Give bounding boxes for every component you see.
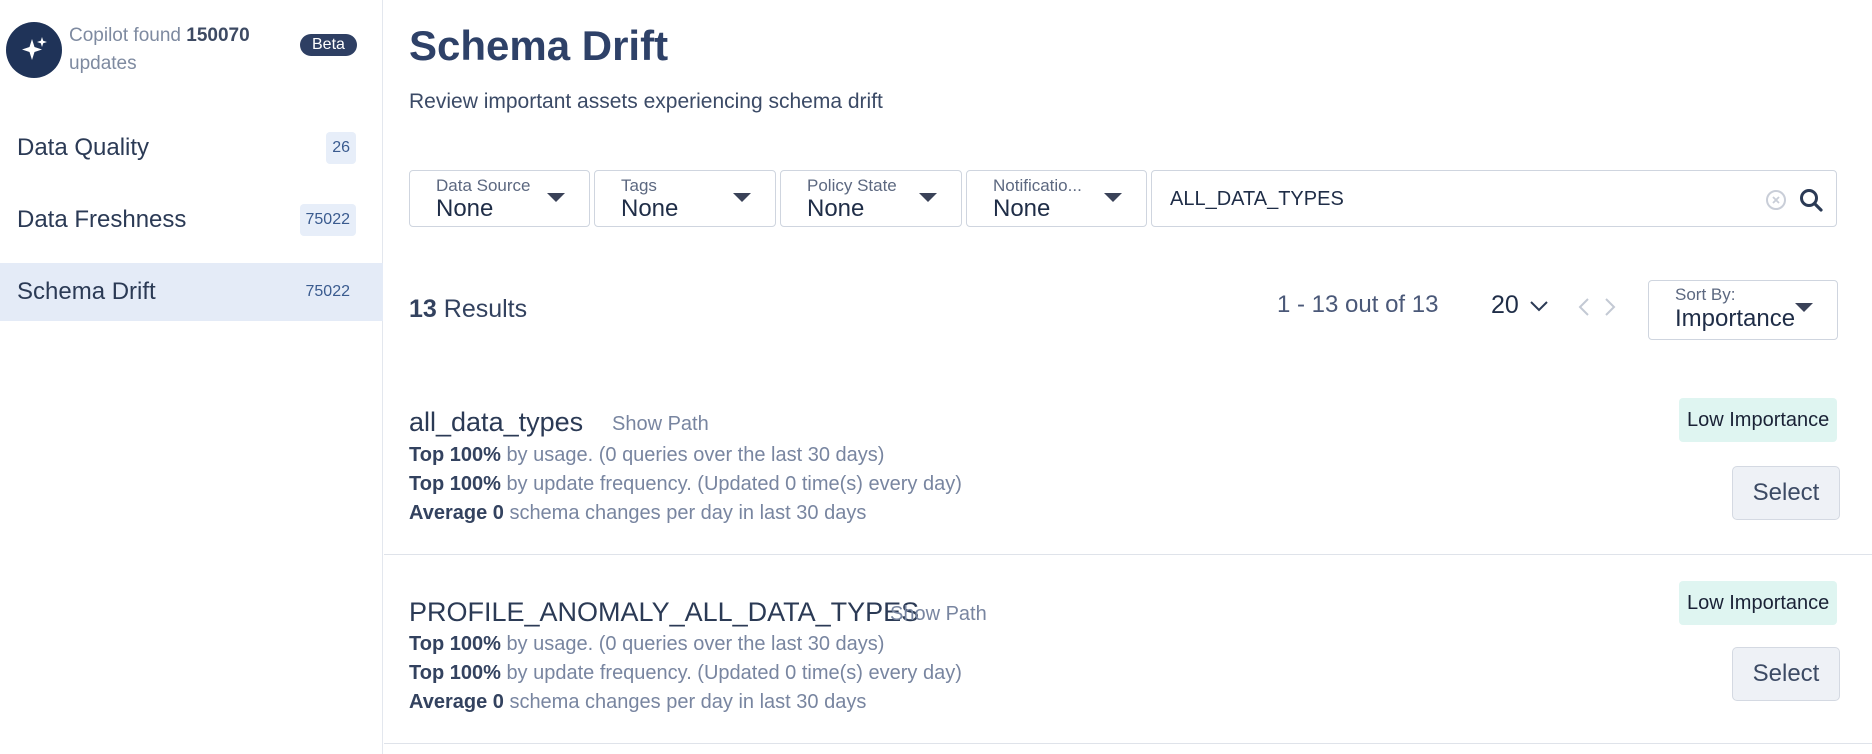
filter-policy-state[interactable]: Policy State None (780, 170, 962, 227)
filter-value: None (436, 195, 494, 222)
sidebar: Copilot found 150070 updates Beta Data Q… (0, 0, 383, 754)
sidebar-item-count: 75022 (299, 204, 356, 236)
results-range: 1 - 13 out of 13 (1277, 291, 1439, 318)
asset-name[interactable]: PROFILE_ANOMALY_ALL_DATA_TYPES (409, 597, 919, 628)
page-size-select[interactable]: 20 (1491, 291, 1549, 320)
filter-label: Data Source (436, 176, 531, 195)
chevron-right-icon[interactable] (1604, 297, 1616, 322)
copilot-suffix: updates (69, 53, 137, 74)
pagination (1578, 297, 1616, 322)
select-button[interactable]: Select (1732, 647, 1840, 701)
sidebar-item-schema-drift[interactable]: Schema Drift 75022 (0, 263, 383, 321)
results-label: Results (443, 295, 528, 323)
caret-down-icon (547, 193, 565, 202)
results-number: 13 (409, 295, 437, 323)
copilot-prefix: Copilot found (69, 25, 181, 46)
main-content: Schema Drift Review important assets exp… (384, 0, 1872, 754)
caret-down-icon (733, 193, 751, 202)
stat-bold: Average 0 (409, 502, 504, 524)
filter-label: Notificatio... (993, 176, 1082, 195)
copilot-summary[interactable]: Copilot found 150070 updates Beta (6, 22, 378, 82)
page-subtitle: Review important assets experiencing sch… (409, 90, 883, 113)
stat-text: by update frequency. (Updated 0 time(s) … (506, 473, 962, 495)
copilot-count: 150070 (186, 25, 250, 46)
page-size-value: 20 (1491, 291, 1519, 319)
usage-stat: Top 100% by usage. (0 queries over the l… (409, 633, 884, 656)
sidebar-item-count: 26 (326, 132, 356, 164)
average-stat: Average 0 schema changes per day in last… (409, 502, 866, 525)
show-path-link[interactable]: Show Path (890, 603, 987, 626)
filter-tags[interactable]: Tags None (594, 170, 776, 227)
frequency-stat: Top 100% by update frequency. (Updated 0… (409, 473, 962, 496)
sort-value: Importance (1675, 305, 1796, 332)
chevron-left-icon[interactable] (1578, 297, 1590, 322)
frequency-stat: Top 100% by update frequency. (Updated 0… (409, 662, 962, 685)
filter-label: Policy State (807, 176, 897, 195)
sidebar-item-label: Data Freshness (17, 206, 187, 233)
search-input[interactable] (1170, 185, 1730, 213)
select-button[interactable]: Select (1732, 466, 1840, 520)
copilot-text: Copilot found 150070 updates (69, 22, 269, 78)
sort-label: Sort By: (1675, 285, 1736, 304)
filter-label: Tags (621, 176, 657, 195)
filter-data-source[interactable]: Data Source None (409, 170, 590, 227)
average-stat: Average 0 schema changes per day in last… (409, 691, 866, 714)
beta-badge: Beta (300, 34, 357, 56)
search-icon[interactable] (1798, 187, 1824, 213)
stat-text: schema changes per day in last 30 days (509, 691, 867, 713)
stat-bold: Top 100% (409, 662, 501, 684)
results-count: 13 Results (409, 295, 527, 324)
search-box (1151, 170, 1837, 227)
stat-text: by usage. (0 queries over the last 30 da… (506, 633, 885, 655)
sidebar-item-label: Data Quality (17, 134, 150, 161)
list-item: PROFILE_ANOMALY_ALL_DATA_TYPES Show Path… (384, 556, 1872, 744)
stat-bold: Top 100% (409, 444, 501, 466)
stat-bold: Top 100% (409, 633, 501, 655)
filter-notifications[interactable]: Notificatio... None (966, 170, 1147, 227)
list-item: all_data_types Show Path Top 100% by usa… (384, 367, 1872, 555)
stat-text: by usage. (0 queries over the last 30 da… (506, 444, 885, 466)
asset-name[interactable]: all_data_types (409, 407, 583, 438)
importance-badge: Low Importance (1679, 398, 1838, 442)
usage-stat: Top 100% by usage. (0 queries over the l… (409, 444, 884, 467)
stat-text: schema changes per day in last 30 days (509, 502, 867, 524)
importance-badge: Low Importance (1679, 581, 1838, 625)
clear-icon[interactable] (1766, 190, 1786, 210)
caret-down-icon (1104, 193, 1122, 202)
sidebar-item-data-freshness[interactable]: Data Freshness 75022 (0, 191, 383, 249)
show-path-link[interactable]: Show Path (612, 413, 709, 436)
caret-down-icon (919, 193, 937, 202)
stat-text: by update frequency. (Updated 0 time(s) … (506, 662, 962, 684)
sidebar-item-count: 75022 (305, 283, 351, 300)
sort-select[interactable]: Sort By: Importance (1648, 280, 1838, 340)
page-title: Schema Drift (409, 22, 669, 69)
filter-value: None (807, 195, 865, 222)
filter-value: None (993, 195, 1051, 222)
sidebar-item-data-quality[interactable]: Data Quality 26 (0, 119, 383, 177)
chevron-down-icon (1530, 300, 1548, 311)
stat-bold: Top 100% (409, 473, 501, 495)
sparkle-icon (6, 22, 62, 78)
sidebar-item-label: Schema Drift (17, 278, 156, 305)
filter-value: None (621, 195, 679, 222)
caret-down-icon (1795, 303, 1813, 312)
stat-bold: Average 0 (409, 691, 504, 713)
